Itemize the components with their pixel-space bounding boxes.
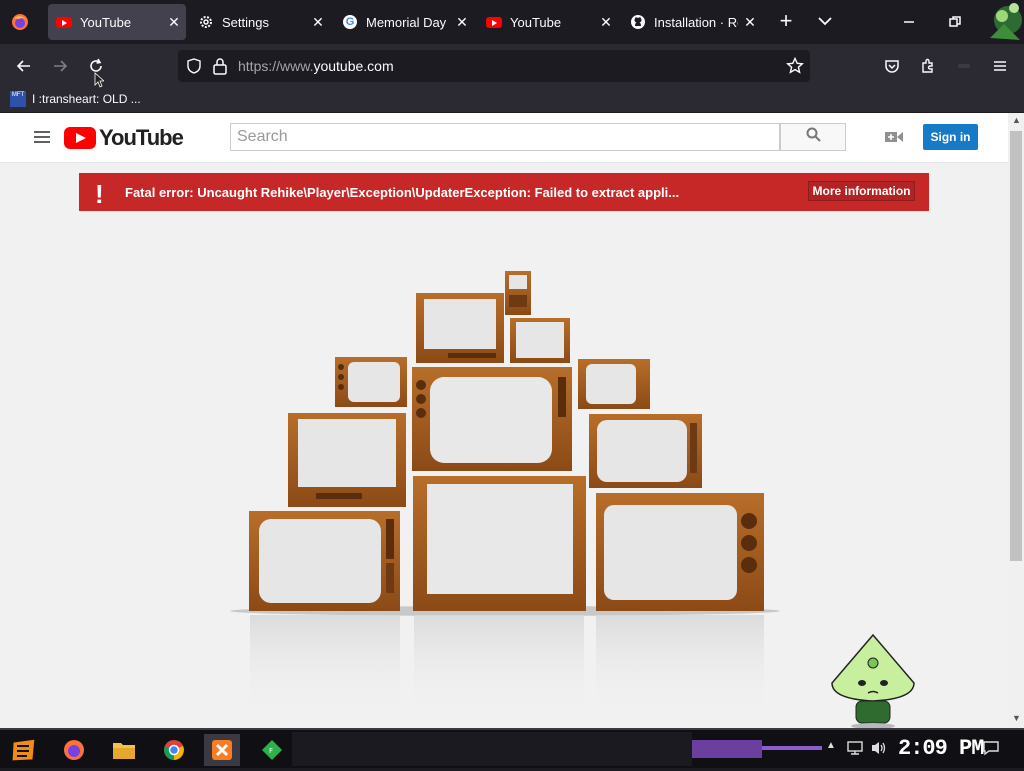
tab-title: Settings (222, 14, 269, 30)
extension-overflow-icon[interactable] (950, 52, 978, 80)
window-decoration-art (980, 0, 1024, 44)
desktop-mascot-character (828, 633, 918, 728)
app-menu-icon[interactable] (986, 52, 1014, 80)
notifications-icon[interactable] (982, 740, 1000, 756)
tab-strip: YouTube ✕ Settings ✕ G Memorial Day - ✕ … (0, 0, 1024, 44)
url-host: youtube.com (313, 58, 394, 74)
search-input[interactable] (230, 123, 780, 151)
network-icon[interactable] (846, 740, 864, 756)
github-icon (630, 14, 646, 30)
stacked-tvs-illustration (220, 263, 790, 723)
youtube-page: YouTube Sign in ! Fatal error: Uncaught … (0, 113, 1008, 728)
google-icon: G (342, 14, 358, 30)
youtube-play-logo-icon (64, 127, 96, 149)
search-button[interactable] (780, 123, 846, 151)
close-tab-icon[interactable]: ✕ (306, 14, 330, 31)
close-tab-icon[interactable]: ✕ (162, 14, 186, 31)
close-tab-icon[interactable]: ✕ (450, 14, 474, 31)
tab-memorial-day[interactable]: G Memorial Day - ✕ (334, 4, 474, 40)
bookmark-star-icon[interactable] (786, 56, 804, 75)
tracking-protection-shield-icon[interactable] (186, 58, 202, 74)
youtube-icon (56, 14, 72, 30)
close-tab-icon[interactable]: ✕ (594, 14, 618, 31)
bookmark-favicon: MFT (10, 91, 26, 107)
forward-button[interactable] (46, 52, 74, 80)
back-button[interactable] (10, 52, 38, 80)
tab-title: YouTube (80, 14, 132, 30)
list-all-tabs-icon[interactable] (816, 14, 834, 28)
tab-installation[interactable]: Installation · Re ✕ (622, 4, 762, 40)
firefox-icon[interactable] (56, 734, 92, 766)
taskbar-clock[interactable]: 2:09 PM (898, 736, 984, 761)
gear-icon (198, 14, 214, 30)
youtube-logo[interactable]: YouTube (64, 125, 184, 151)
volume-icon[interactable] (870, 740, 888, 756)
bookmark-item[interactable]: MFT I :transheart: OLD ... (10, 89, 141, 109)
extensions-icon[interactable] (914, 52, 942, 80)
minimize-window-icon[interactable] (886, 0, 932, 44)
more-information-button[interactable]: More information (808, 181, 915, 201)
error-message: Fatal error: Uncaught Rehike\Player\Exce… (125, 185, 680, 200)
address-bar[interactable]: https://www.youtube.com (178, 50, 810, 82)
chrome-icon[interactable] (156, 734, 192, 766)
guide-menu-icon[interactable] (34, 131, 50, 143)
youtube-header: YouTube Sign in (0, 113, 1008, 163)
search-icon (806, 127, 821, 147)
fatal-error-banner: ! Fatal error: Uncaught Rehike\Player\Ex… (79, 173, 929, 211)
lock-icon[interactable] (212, 57, 228, 75)
system-tray-chevron-icon[interactable]: ▲ (826, 740, 836, 751)
restore-window-icon[interactable] (932, 0, 978, 44)
close-tab-icon[interactable]: ✕ (738, 14, 762, 31)
pocket-icon[interactable] (878, 52, 906, 80)
svg-text:F: F (269, 747, 273, 755)
tab-title: Memorial Day - (366, 14, 450, 30)
new-tab-button[interactable]: + (774, 10, 798, 34)
bookmark-label: I :transheart: OLD ... (32, 92, 141, 106)
tab-youtube-2[interactable]: YouTube ✕ (478, 4, 618, 40)
url-text[interactable]: https://www.youtube.com (238, 58, 394, 74)
scroll-down-icon[interactable]: ▼ (1012, 713, 1021, 723)
start-icon[interactable] (6, 734, 42, 766)
url-scheme: https://www. (238, 58, 314, 74)
tab-youtube-active[interactable]: YouTube ✕ (48, 4, 186, 40)
feedly-icon[interactable]: F (254, 734, 290, 766)
taskbar-decorative-art (292, 732, 822, 766)
scrollbar-thumb[interactable] (1010, 131, 1022, 561)
file-explorer-icon[interactable] (106, 734, 142, 766)
error-exclamation-icon: ! (95, 179, 104, 209)
xampp-icon[interactable] (204, 734, 240, 766)
youtube-logo-text: YouTube (99, 125, 184, 150)
tab-title: Installation · Re (654, 14, 738, 30)
sign-in-button[interactable]: Sign in (923, 124, 978, 150)
mouse-cursor-icon (94, 72, 106, 88)
firefox-menu-icon[interactable] (10, 12, 30, 32)
scroll-up-icon[interactable]: ▲ (1012, 115, 1021, 125)
page-vertical-scrollbar[interactable]: ▲ ▼ (1008, 113, 1024, 728)
tab-title: YouTube (510, 14, 562, 30)
windows-taskbar: F ▲ 2:09 PM (0, 728, 1024, 768)
navigation-toolbar: https://www.youtube.com (0, 44, 1024, 88)
tab-settings[interactable]: Settings ✕ (190, 4, 330, 40)
bookmarks-bar: MFT I :transheart: OLD ... (0, 88, 1024, 112)
youtube-icon (486, 14, 502, 30)
upload-video-icon[interactable] (884, 129, 904, 145)
